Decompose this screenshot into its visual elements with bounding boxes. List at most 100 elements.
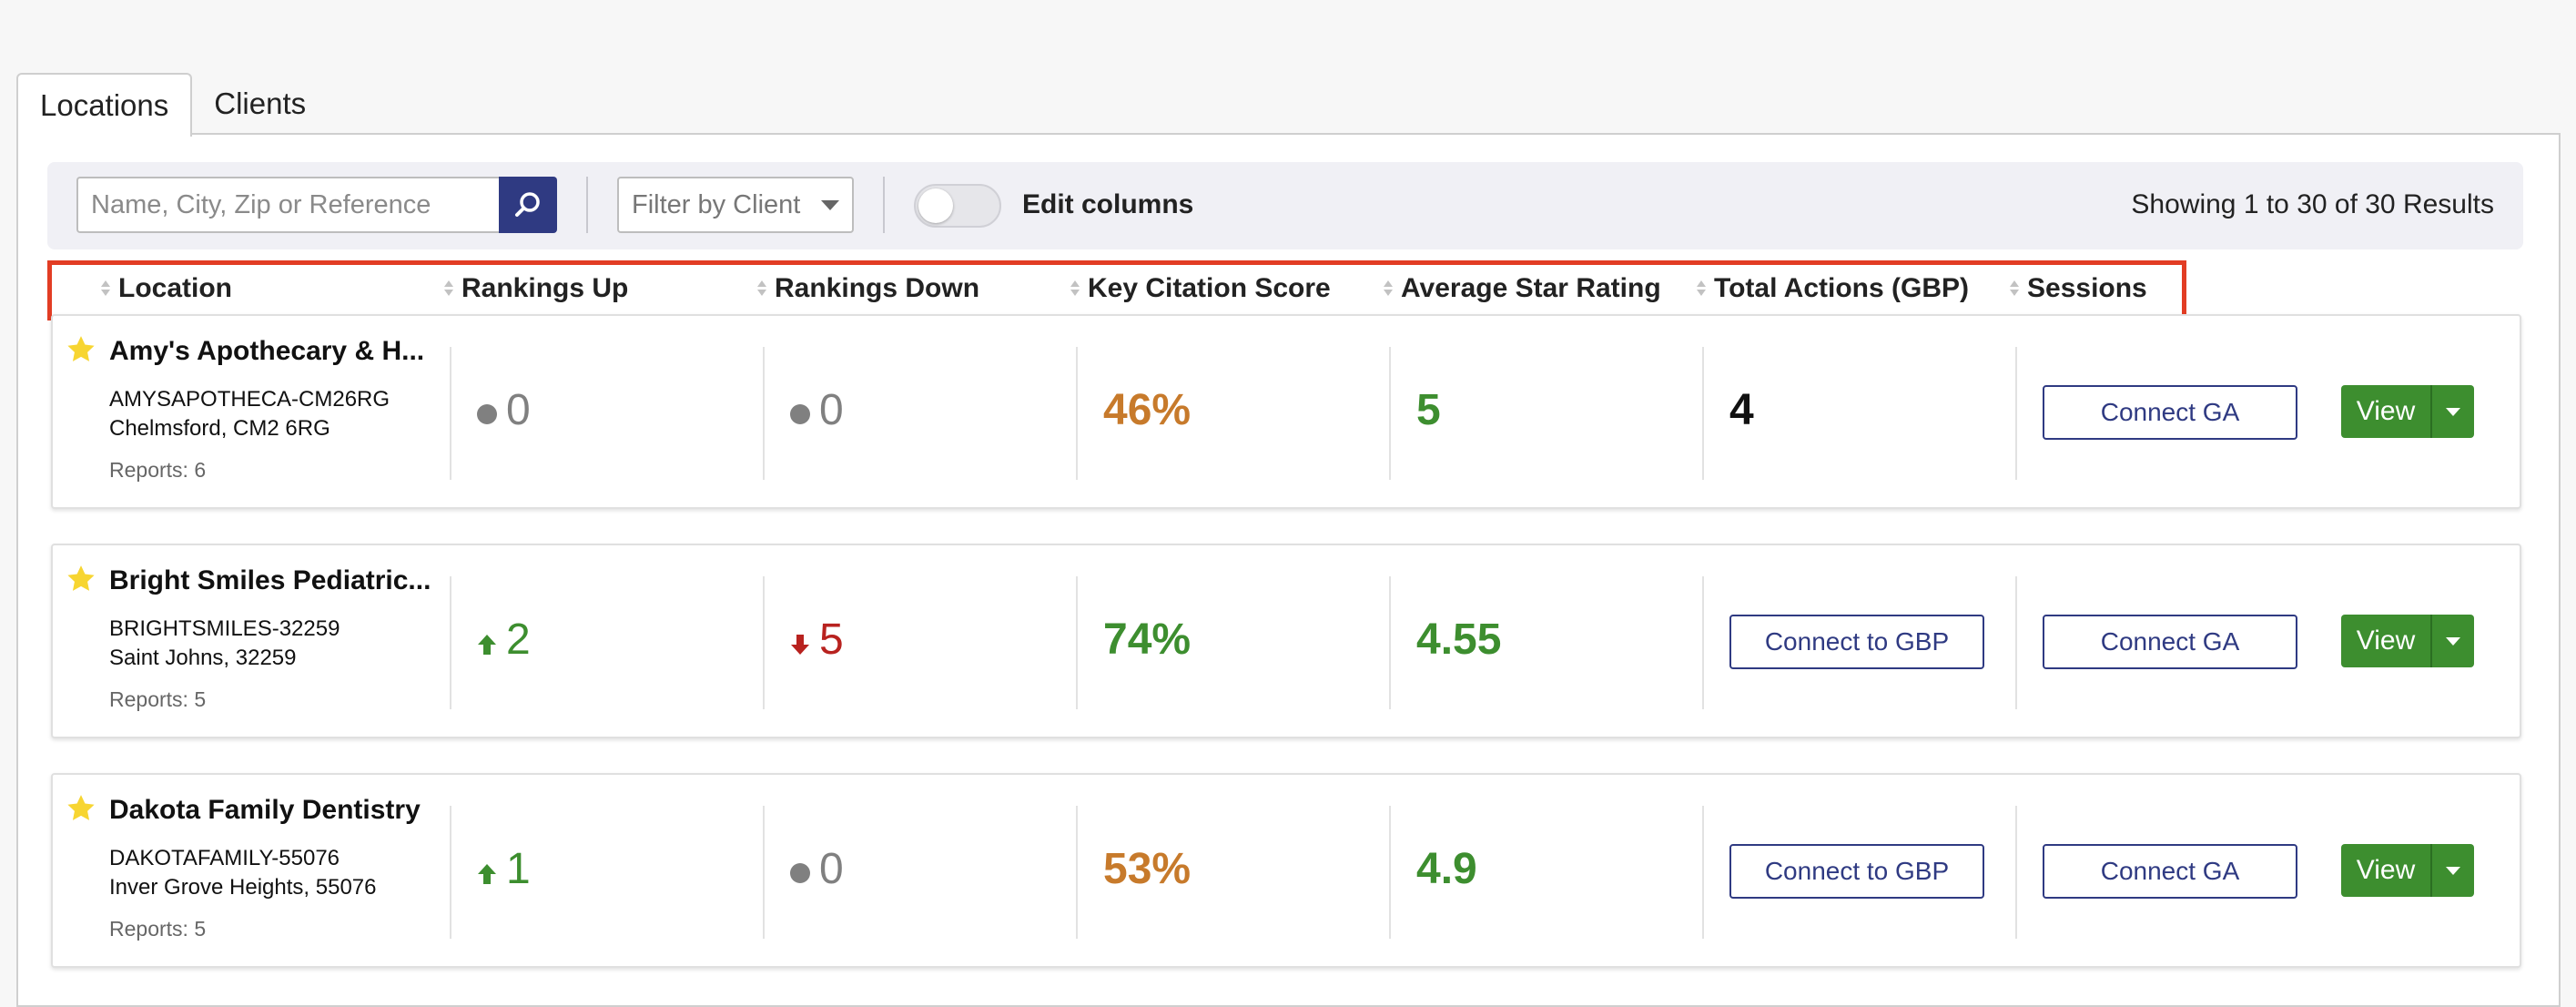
column-header-label: Rankings Up <box>461 273 629 303</box>
star-icon[interactable] <box>66 334 96 365</box>
column-divider <box>763 576 765 709</box>
view-button[interactable]: View <box>2341 615 2430 667</box>
star-icon[interactable] <box>66 564 96 595</box>
view-button[interactable]: View <box>2341 385 2430 438</box>
tab-bar: Locations Clients <box>16 73 328 137</box>
rankings-down-value: 5 <box>790 615 844 665</box>
search-input[interactable] <box>76 177 499 233</box>
rankings-up-value: 0 <box>477 385 531 435</box>
location-reference: DAKOTAFAMILY-55076 <box>109 846 340 870</box>
arrow-up-icon <box>478 634 496 655</box>
rankings-down-number: 0 <box>819 845 844 893</box>
sort-icon <box>1383 279 1394 299</box>
view-button-group: View <box>2341 615 2474 667</box>
column-header-label: Key Citation Score <box>1088 273 1331 303</box>
sort-icon <box>100 279 111 299</box>
toolbar-divider <box>883 177 885 233</box>
column-header-label: Total Actions (GBP) <box>1714 273 1969 303</box>
location-reports-count: Reports: 5 <box>109 917 207 941</box>
column-divider <box>1076 806 1078 939</box>
rankings-down-number: 5 <box>819 615 844 664</box>
location-row: Dakota Family Dentistry DAKOTAFAMILY-550… <box>51 773 2521 968</box>
column-divider <box>1702 576 1704 709</box>
column-header-label: Average Star Rating <box>1401 273 1661 303</box>
column-divider <box>763 347 765 480</box>
connect-gbp-button[interactable]: Connect to GBP <box>1729 615 1984 669</box>
location-reports-count: Reports: 5 <box>109 687 207 711</box>
column-header-label: Rankings Down <box>775 273 980 303</box>
view-button-group: View <box>2341 385 2474 438</box>
column-divider <box>1389 576 1391 709</box>
citation-score-value: 53% <box>1103 845 1192 893</box>
rankings-up-number: 1 <box>506 845 531 893</box>
location-name[interactable]: Amy's Apothecary & H... <box>109 336 424 367</box>
column-header-average-star-rating[interactable]: Average Star Rating <box>1383 273 1661 304</box>
location-reference: BRIGHTSMILES-32259 <box>109 616 340 641</box>
column-header-total-actions[interactable]: Total Actions (GBP) <box>1696 273 1969 304</box>
sort-icon <box>443 279 454 299</box>
rankings-up-number: 0 <box>506 386 531 434</box>
location-name[interactable]: Bright Smiles Pediatric... <box>109 565 431 596</box>
client-filter-select[interactable]: Filter by Client <box>617 177 854 233</box>
column-header-label: Location <box>118 273 232 303</box>
toolbar-divider <box>586 177 588 233</box>
results-count: Showing 1 to 30 of 30 Results <box>2131 189 2494 219</box>
column-divider <box>2015 347 2017 480</box>
connect-ga-button[interactable]: Connect GA <box>2043 385 2297 440</box>
view-dropdown-button[interactable] <box>2430 385 2474 438</box>
location-city: Chelmsford, CM2 6RG <box>109 416 330 441</box>
location-name[interactable]: Dakota Family Dentistry <box>109 795 421 826</box>
arrow-up-icon <box>478 863 496 884</box>
location-reports-count: Reports: 6 <box>109 458 207 482</box>
citation-score-value: 46% <box>1103 386 1192 434</box>
edit-columns-toggle[interactable] <box>914 184 1001 228</box>
location-reference: AMYSAPOTHECA-CM26RG <box>109 387 390 412</box>
column-header-label: Sessions <box>2027 273 2147 303</box>
column-header-key-citation-score[interactable]: Key Citation Score <box>1070 273 1331 304</box>
column-header-sessions[interactable]: Sessions <box>2009 273 2147 304</box>
column-divider <box>763 806 765 939</box>
connect-ga-button[interactable]: Connect GA <box>2043 615 2297 669</box>
location-city: Inver Grove Heights, 55076 <box>109 875 377 900</box>
column-divider <box>450 347 451 480</box>
column-header-rankings-down[interactable]: Rankings Down <box>756 273 979 304</box>
column-header-rankings-up[interactable]: Rankings Up <box>443 273 628 304</box>
rankings-down-value: 0 <box>790 844 844 894</box>
column-divider <box>1389 347 1391 480</box>
star-rating-value: 4.55 <box>1416 615 1502 664</box>
rankings-down-value: 0 <box>790 385 844 435</box>
chevron-down-icon <box>2446 407 2460 416</box>
column-divider <box>450 806 451 939</box>
column-divider <box>1702 806 1704 939</box>
connect-ga-button[interactable]: Connect GA <box>2043 844 2297 899</box>
rankings-down-number: 0 <box>819 386 844 434</box>
arrow-down-icon <box>791 634 809 655</box>
neutral-dot-icon <box>790 403 810 424</box>
search-button[interactable] <box>499 177 557 233</box>
rankings-up-number: 2 <box>506 615 531 664</box>
view-button[interactable]: View <box>2341 844 2430 897</box>
sort-icon <box>1070 279 1080 299</box>
neutral-dot-icon <box>790 862 810 883</box>
client-filter-label: Filter by Client <box>632 189 801 219</box>
total-actions-value: 4 <box>1729 386 1754 434</box>
column-divider <box>1076 347 1078 480</box>
connect-gbp-button[interactable]: Connect to GBP <box>1729 844 1984 899</box>
view-button-group: View <box>2341 844 2474 897</box>
sort-icon <box>756 279 767 299</box>
tab-clients[interactable]: Clients <box>192 73 328 135</box>
column-divider <box>2015 576 2017 709</box>
star-icon[interactable] <box>66 793 96 824</box>
column-header-location[interactable]: Location <box>100 273 232 304</box>
view-dropdown-button[interactable] <box>2430 844 2474 897</box>
neutral-dot-icon <box>477 403 497 424</box>
location-row: Bright Smiles Pediatric... BRIGHTSMILES-… <box>51 544 2521 738</box>
sort-icon <box>1696 279 1707 299</box>
search-icon <box>515 192 540 217</box>
view-dropdown-button[interactable] <box>2430 615 2474 667</box>
tab-locations[interactable]: Locations <box>16 73 193 137</box>
toolbar: Filter by Client Edit columns Showing 1 … <box>47 162 2523 249</box>
rankings-up-value: 1 <box>477 844 531 894</box>
column-divider <box>2015 806 2017 939</box>
column-divider <box>1702 347 1704 480</box>
